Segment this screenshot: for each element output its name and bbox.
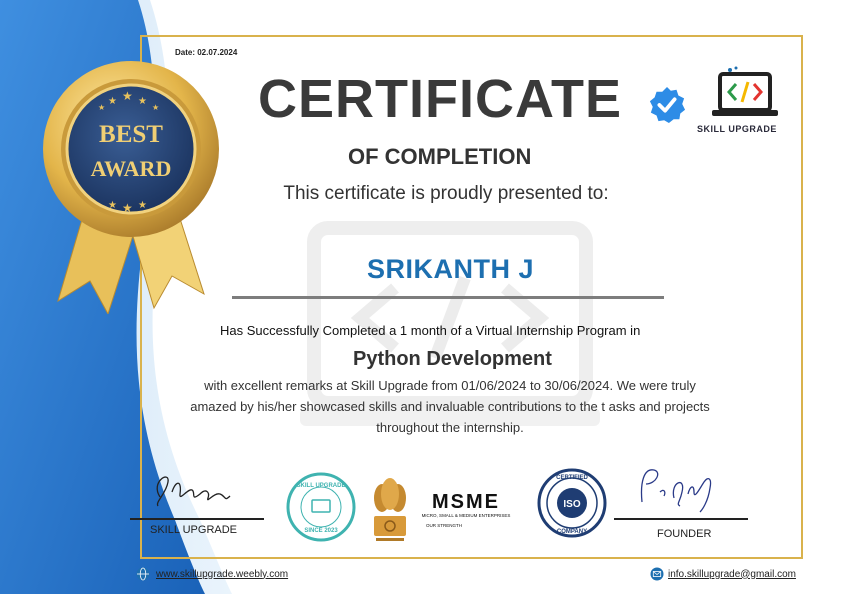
remarks-paragraph: with excellent remarks at Skill Upgrade … bbox=[190, 378, 710, 435]
msme-logo: MSME MICRO, SMALL & MEDIUM ENTERPRISES O… bbox=[422, 491, 511, 528]
presented-to-text: This certificate is proudly presented to… bbox=[283, 183, 609, 204]
badge-line2: AWARD bbox=[91, 156, 172, 181]
mail-icon bbox=[650, 567, 664, 581]
founder-signature-line bbox=[614, 518, 748, 520]
left-signature-label: SKILL UPGRADE bbox=[150, 524, 238, 536]
globe-icon bbox=[136, 567, 150, 581]
founder-signature bbox=[640, 469, 712, 513]
svg-text:★: ★ bbox=[108, 96, 117, 107]
certificate-page: ★ ★ ★ ★ ★ ★ ★ ★ BEST AWARD Date: 02.07.2… bbox=[0, 0, 842, 594]
seal-skill-bottom: SINCE 2023 bbox=[304, 528, 338, 534]
certificate-title: CERTIFICATE bbox=[258, 69, 622, 129]
skill-upgrade-seal: SKILL UPGRADE SINCE 2023 bbox=[286, 472, 356, 542]
svg-text:★: ★ bbox=[138, 96, 147, 107]
name-underline bbox=[232, 296, 664, 299]
website-link[interactable]: www.skillupgrade.weebly.com bbox=[156, 569, 288, 580]
footer-email[interactable]: info.skillupgrade@gmail.com bbox=[650, 567, 796, 581]
msme-sub: MICRO, SMALL & MEDIUM ENTERPRISES bbox=[422, 513, 511, 518]
msme-title: MSME bbox=[432, 491, 500, 513]
svg-text:★: ★ bbox=[122, 89, 133, 103]
founder-label: FOUNDER bbox=[657, 528, 712, 540]
certificate-subtitle: OF COMPLETION bbox=[348, 144, 532, 169]
logo-text: SKILL UPGRADE bbox=[697, 124, 777, 134]
badge-line1: BEST bbox=[99, 121, 163, 148]
national-emblem-icon bbox=[374, 478, 406, 541]
msme-tag: OUR STRENGTH bbox=[426, 523, 462, 528]
svg-text:★: ★ bbox=[152, 103, 159, 112]
iso-top: CERTIFIED bbox=[556, 475, 588, 481]
iso-certified-seal: ISO CERTIFIED COMPANY bbox=[537, 468, 607, 538]
left-signature-line bbox=[130, 518, 264, 520]
completed-line: Has Successfully Completed a 1 month of … bbox=[220, 323, 641, 338]
iso-bottom: COMPANY bbox=[557, 529, 587, 535]
iso-mid: ISO bbox=[563, 499, 580, 510]
program-name: Python Development bbox=[353, 348, 552, 370]
email-link[interactable]: info.skillupgrade@gmail.com bbox=[668, 569, 796, 580]
footer-website[interactable]: www.skillupgrade.weebly.com bbox=[136, 567, 288, 581]
recipient-name: SRIKANTH J bbox=[367, 254, 535, 284]
left-signature bbox=[156, 476, 231, 507]
svg-text:★: ★ bbox=[98, 103, 105, 112]
issue-date: Date: 02.07.2024 bbox=[175, 48, 238, 57]
verified-check-icon bbox=[649, 86, 686, 124]
seal-skill-top: SKILL UPGRADE bbox=[297, 483, 346, 489]
